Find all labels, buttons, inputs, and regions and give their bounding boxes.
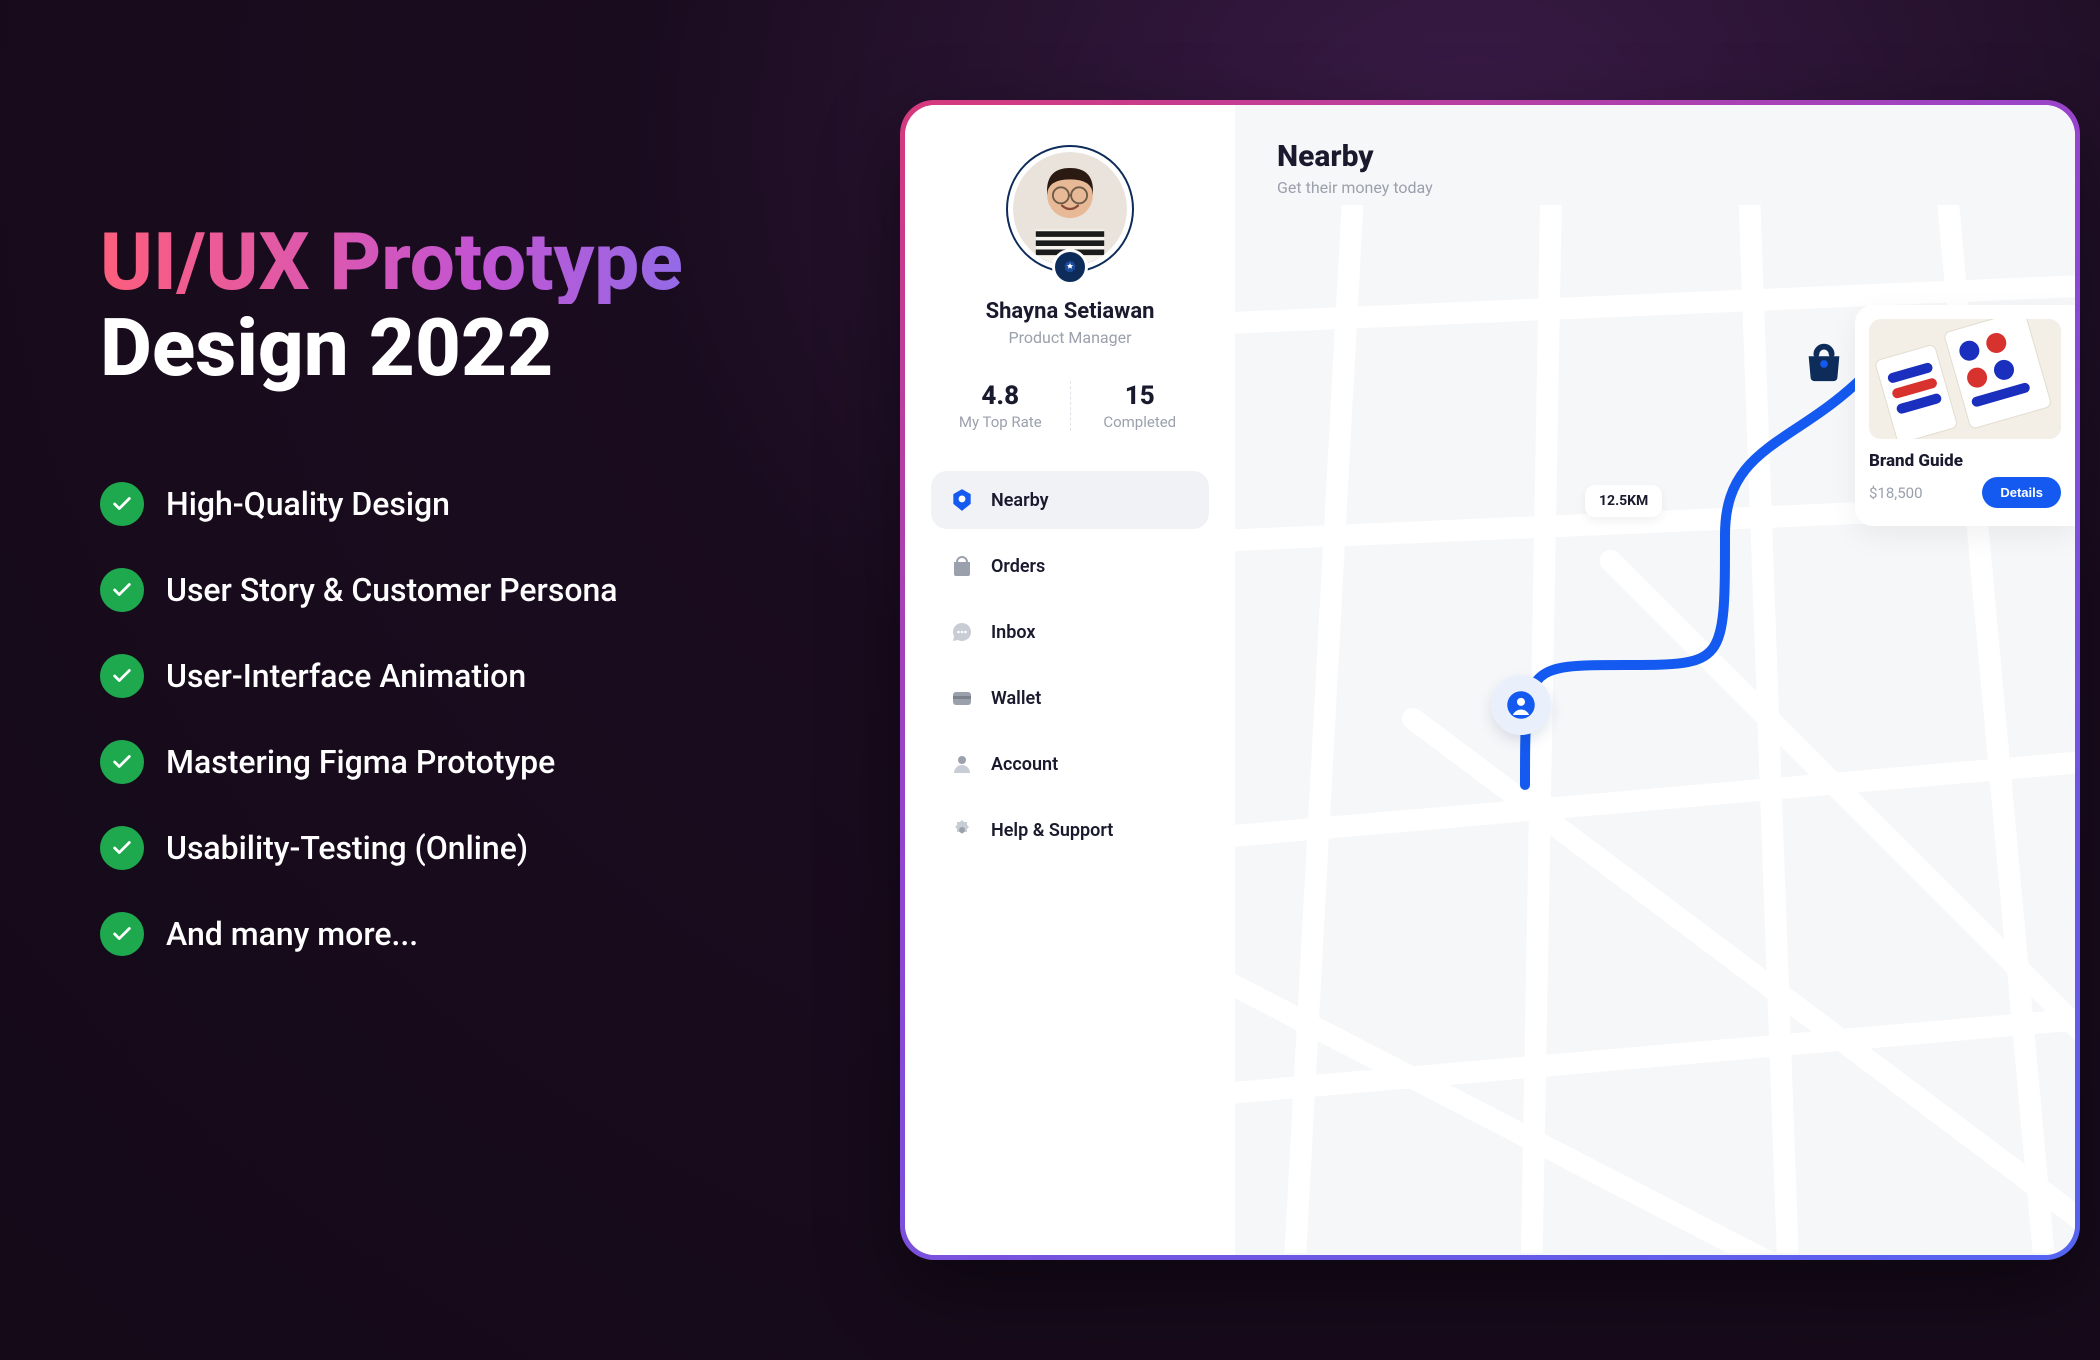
orders-icon xyxy=(949,553,975,579)
page-title: Nearby xyxy=(1277,139,2075,174)
promo-title-gradient: UI/UX Prototype xyxy=(100,220,850,304)
account-icon xyxy=(949,751,975,777)
card-image xyxy=(1869,319,2061,439)
destination-marker-icon[interactable] xyxy=(1799,337,1849,387)
feature-item: Usability-Testing (Online) xyxy=(100,826,850,870)
feature-label: User Story & Customer Persona xyxy=(166,571,618,609)
stat-rate: 4.8 My Top Rate xyxy=(931,381,1071,431)
nav-item-account[interactable]: Account xyxy=(931,735,1209,793)
card-price: $18,500 xyxy=(1869,484,1923,502)
promo-title-plain: Design 2022 xyxy=(100,304,850,392)
feature-item: And many more... xyxy=(100,912,850,956)
stat-rate-value: 4.8 xyxy=(931,381,1070,411)
check-icon xyxy=(100,482,144,526)
nav-label: Inbox xyxy=(991,622,1035,643)
stat-completed: 15 Completed xyxy=(1071,381,1210,431)
nav-item-nearby[interactable]: Nearby xyxy=(931,471,1209,529)
app-window: Shayna Setiawan Product Manager 4.8 My T… xyxy=(905,105,2075,1255)
nav-item-wallet[interactable]: Wallet xyxy=(931,669,1209,727)
nav-item-inbox[interactable]: Inbox xyxy=(931,603,1209,661)
nav-label: Wallet xyxy=(991,688,1041,709)
details-button[interactable]: Details xyxy=(1982,477,2061,508)
feature-item: User Story & Customer Persona xyxy=(100,568,850,612)
card-title: Brand Guide xyxy=(1869,451,2061,471)
nav-item-orders[interactable]: Orders xyxy=(931,537,1209,595)
app-mockup-frame: Shayna Setiawan Product Manager 4.8 My T… xyxy=(900,100,2080,1260)
verified-badge-icon xyxy=(1052,249,1088,285)
stat-completed-label: Completed xyxy=(1071,413,1210,431)
feature-list: High-Quality Design User Story & Custome… xyxy=(100,482,850,956)
feature-item: High-Quality Design xyxy=(100,482,850,526)
check-icon xyxy=(100,740,144,784)
user-stats: 4.8 My Top Rate 15 Completed xyxy=(931,381,1209,431)
sidebar-nav: Nearby Orders Inbox xyxy=(931,471,1209,867)
user-location-pin[interactable] xyxy=(1491,675,1551,735)
page-subtitle: Get their money today xyxy=(1277,178,2075,197)
nearby-card[interactable]: Brand Guide $18,500 Details xyxy=(1855,305,2075,526)
inbox-icon xyxy=(949,619,975,645)
wallet-icon xyxy=(949,685,975,711)
check-icon xyxy=(100,568,144,612)
nav-item-help[interactable]: Help & Support xyxy=(931,801,1209,859)
stat-rate-label: My Top Rate xyxy=(931,413,1070,431)
promo-panel: UI/UX Prototype Design 2022 High-Quality… xyxy=(100,220,850,998)
sidebar: Shayna Setiawan Product Manager 4.8 My T… xyxy=(905,105,1235,1255)
check-icon xyxy=(100,826,144,870)
main-panel: Nearby Get their money today xyxy=(1235,105,2075,1255)
user-name: Shayna Setiawan xyxy=(986,299,1155,324)
feature-label: Mastering Figma Prototype xyxy=(166,743,555,781)
feature-label: High-Quality Design xyxy=(166,485,450,523)
help-icon xyxy=(949,817,975,843)
feature-item: Mastering Figma Prototype xyxy=(100,740,850,784)
feature-item: User-Interface Animation xyxy=(100,654,850,698)
avatar[interactable] xyxy=(1006,145,1134,273)
feature-label: Usability-Testing (Online) xyxy=(166,829,528,867)
nearby-icon xyxy=(949,487,975,513)
distance-chip: 12.5KM xyxy=(1585,485,1662,517)
user-role: Product Manager xyxy=(1008,328,1131,347)
nav-label: Nearby xyxy=(991,490,1049,511)
check-icon xyxy=(100,654,144,698)
feature-label: And many more... xyxy=(166,915,418,953)
stat-completed-value: 15 xyxy=(1071,381,1210,411)
nav-label: Account xyxy=(991,754,1058,775)
nav-label: Orders xyxy=(991,556,1045,577)
feature-label: User-Interface Animation xyxy=(166,657,526,695)
check-icon xyxy=(100,912,144,956)
nav-label: Help & Support xyxy=(991,820,1113,841)
